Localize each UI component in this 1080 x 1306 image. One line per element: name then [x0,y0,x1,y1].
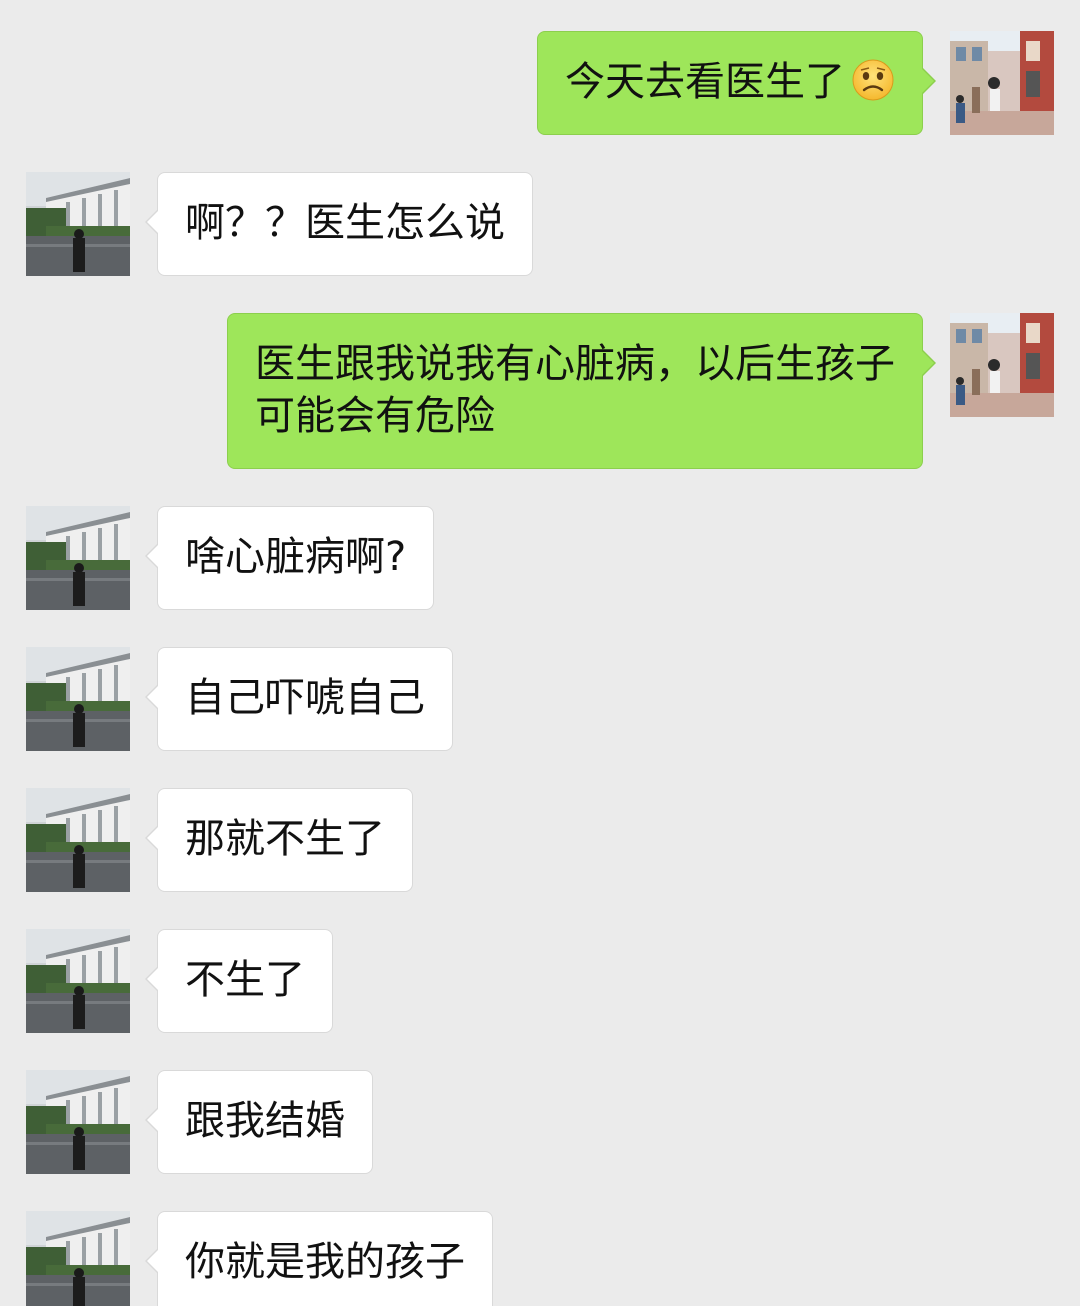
message-text: 不生了 [185,957,305,1003]
incoming-message-bubble[interactable]: 啥心脏病啊? [144,506,435,610]
contact-avatar[interactable] [26,929,130,1033]
message-text: 那就不生了 [185,816,385,862]
message-row-incoming: 啊？？医生怎么说 [0,172,1080,276]
contact-avatar[interactable] [26,172,130,276]
frowning-face-icon [852,59,894,101]
message-row-incoming: 跟我结婚 [0,1070,1080,1174]
incoming-message-bubble[interactable]: 不生了 [145,929,333,1033]
message-row-incoming: 那就不生了 [0,788,1080,892]
message-row-incoming: 不生了 [0,929,1080,1033]
message-text: 医生跟我说我有心脏病，以后生孩子 可能会有危险 [255,341,895,439]
message-row-outgoing: 医生跟我说我有心脏病，以后生孩子 可能会有危险 [0,313,1080,469]
outgoing-message-bubble[interactable]: 今天去看医生了 [537,31,936,135]
contact-avatar[interactable] [26,1070,130,1174]
outgoing-message-bubble[interactable]: 医生跟我说我有心脏病，以后生孩子 可能会有危险 [227,313,936,469]
contact-avatar[interactable] [26,788,130,892]
message-row-outgoing: 今天去看医生了 [0,31,1080,135]
incoming-message-bubble[interactable]: 你就是我的孩子 [145,1211,493,1306]
message-text: 啥心脏病啊? [185,534,407,580]
message-row-incoming: 啥心脏病啊? [0,506,1080,610]
message-text: 自己吓唬自己 [185,675,425,721]
contact-avatar[interactable] [26,1211,130,1306]
message-row-incoming: 你就是我的孩子 [0,1211,1080,1306]
contact-avatar[interactable] [26,647,130,751]
self-avatar[interactable] [950,313,1054,417]
incoming-message-bubble[interactable]: 那就不生了 [145,788,413,892]
chat-message-list: 今天去看医生了 啊？？医生怎么说 医生跟我说我有心脏病，以后生孩子 可能会有危险… [0,0,1080,1306]
self-avatar[interactable] [950,31,1054,135]
message-text: 今天去看医生了 [565,59,845,105]
message-row-incoming: 自己吓唬自己 [0,647,1080,751]
message-text: 跟我结婚 [185,1098,345,1144]
message-text: 你就是我的孩子 [185,1239,465,1285]
incoming-message-bubble[interactable]: 跟我结婚 [145,1070,373,1174]
message-text: 啊？？医生怎么说 [185,200,505,246]
incoming-message-bubble[interactable]: 自己吓唬自己 [145,647,453,751]
contact-avatar[interactable] [26,506,130,610]
incoming-message-bubble[interactable]: 啊？？医生怎么说 [145,172,533,276]
